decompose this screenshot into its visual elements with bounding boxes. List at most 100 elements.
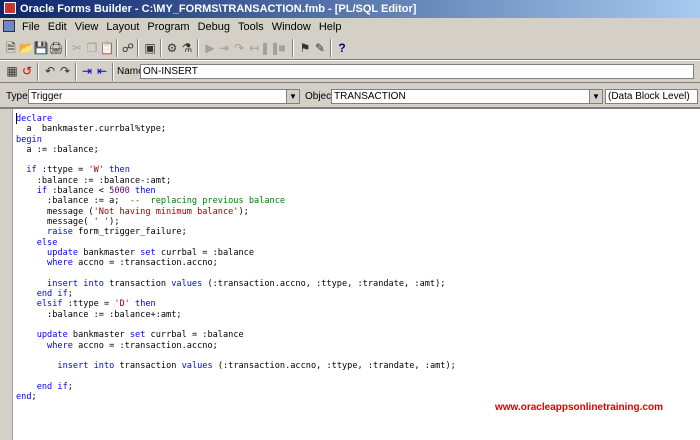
code-line[interactable]: a bankmaster.currbal%type; (16, 124, 456, 134)
redo-icon[interactable]: ↷ (57, 63, 73, 79)
code-line[interactable]: end; (16, 392, 456, 402)
object-navigator-icon[interactable]: ⚑ (297, 40, 313, 56)
code-line[interactable]: where accno = :transaction.accno; (16, 258, 456, 268)
code-line[interactable]: message( ' '); (16, 217, 456, 227)
code-text: ; (31, 392, 37, 403)
menu-bar: File Edit View Layout Program Debug Tools Windo… (0, 18, 700, 36)
code-keyword: where (47, 340, 73, 351)
undo-icon[interactable]: ↶ (42, 63, 58, 79)
code-line[interactable]: begin (16, 135, 456, 145)
code-line[interactable]: end if; (16, 289, 456, 299)
code-line[interactable] (16, 320, 456, 330)
menu-window[interactable]: Window (268, 18, 315, 36)
type-label: Type: (6, 91, 31, 102)
revert-icon[interactable]: ↺ (19, 63, 35, 79)
compile-code-icon[interactable]: ▦ (4, 63, 20, 79)
code-line[interactable]: if :ttype = 'W' then (16, 165, 456, 175)
code-line[interactable] (16, 268, 456, 278)
menu-file[interactable]: File (18, 18, 44, 36)
code-keyword: where (47, 258, 73, 269)
code-line[interactable]: message ('Not having minimum balance'); (16, 207, 456, 217)
object-select[interactable]: TRANSACTION ▼ (331, 89, 603, 104)
code-text: message( (16, 216, 94, 227)
chevron-down-icon[interactable]: ▼ (589, 90, 602, 103)
code-line[interactable]: end if; (16, 382, 456, 392)
code-line[interactable] (16, 155, 456, 165)
block-level-value: (Data Block Level) (608, 91, 690, 102)
cut-icon[interactable]: ✂ (69, 40, 85, 56)
block-level-select[interactable]: (Data Block Level) (605, 89, 698, 104)
code-line[interactable]: else (16, 238, 456, 248)
code-line[interactable]: :balance := :balance+:amt; (16, 310, 456, 320)
outdent-icon[interactable]: ⇤ (94, 63, 110, 79)
toolbar-separator (160, 39, 162, 57)
step-over-icon[interactable]: ↷ (231, 40, 247, 56)
system-menu-icon[interactable] (3, 20, 15, 32)
code-keyword: update (47, 247, 79, 258)
menu-debug[interactable]: Debug (194, 18, 234, 36)
code-line[interactable]: elsif :ttype = 'D' then (16, 299, 456, 309)
code-line[interactable]: :balance := :balance-:amt; (16, 176, 456, 186)
menu-help[interactable]: Help (315, 18, 346, 36)
type-select[interactable]: Trigger ▼ (28, 89, 300, 104)
compile-icon[interactable]: ⚙ (164, 40, 180, 56)
code-line[interactable]: insert into transaction values (:transac… (16, 279, 456, 289)
toolbar-separator (37, 63, 39, 81)
chevron-down-icon[interactable]: ▼ (286, 90, 299, 103)
indent-icon[interactable]: ⇥ (79, 63, 95, 79)
editor-toolbar: ▦ ↺ ↶ ↷ ⇥ ⇤ Name: ON-INSERT (0, 61, 700, 83)
save-icon[interactable]: 💾 (33, 40, 49, 56)
watermark: www.oracleappsonlinetraining.com (495, 402, 663, 413)
open-icon[interactable]: 📂 (18, 40, 34, 56)
toolbar-separator (65, 39, 67, 57)
code-text: :balance < (47, 186, 110, 197)
program-unit-name-field[interactable]: ON-INSERT (140, 64, 694, 79)
code-keyword: values (171, 278, 203, 289)
new-icon[interactable]: 🗎 (3, 40, 19, 56)
code-line[interactable]: raise form_trigger_failure; (16, 227, 456, 237)
help-icon[interactable]: ? (334, 40, 350, 56)
menu-edit[interactable]: Edit (44, 18, 71, 36)
menu-tools[interactable]: Tools (234, 18, 268, 36)
code-keyword: end if (36, 289, 68, 300)
toolbar-separator (116, 39, 118, 57)
title-bar: Oracle Forms Builder - C:\MY_FORMS\TRANS… (0, 0, 700, 18)
compile-all-icon[interactable]: ⚗ (179, 40, 195, 56)
code-line[interactable]: where accno = :transaction.accno; (16, 341, 456, 351)
menu-layout[interactable]: Layout (102, 18, 143, 36)
code-line[interactable]: update bankmaster set currbal = :balance (16, 330, 456, 340)
code-line[interactable]: update bankmaster set currbal = :balance (16, 248, 456, 258)
run-form-icon[interactable]: ▣ (142, 40, 158, 56)
code-line[interactable]: :balance := a; -- replacing previous bal… (16, 196, 456, 206)
code-keyword: set (129, 330, 146, 341)
property-palette-icon[interactable]: ✎ (312, 40, 328, 56)
code-keyword: set (140, 247, 156, 258)
plsql-editor[interactable]: declare a bankmaster.currbal%type; begin … (0, 107, 700, 440)
code-line[interactable]: if :balance < 5000 then (16, 186, 456, 196)
code-line[interactable]: a := :balance; (16, 145, 456, 155)
code-area[interactable]: declare a bankmaster.currbal%type; begin … (16, 114, 456, 402)
code-text: (:transaction.accno, :ttype, :trandate, … (202, 278, 446, 289)
type-object-bar: Type: Trigger ▼ Object: TRANSACTION ▼ (D… (0, 87, 700, 107)
code-line[interactable]: declare (16, 114, 456, 124)
copy-icon[interactable]: ❐ (84, 40, 100, 56)
stop-icon[interactable]: ■ (274, 40, 290, 56)
code-text: ); (238, 206, 249, 217)
code-text: ); (109, 216, 120, 227)
connect-icon[interactable]: ☍ (120, 40, 136, 56)
code-string: 'D' (114, 299, 130, 310)
code-line[interactable] (16, 371, 456, 381)
code-text: bankmaster (67, 330, 130, 341)
type-select-value: Trigger (31, 91, 63, 102)
menu-program[interactable]: Program (143, 18, 193, 36)
step-into-icon[interactable]: ⇥ (216, 40, 232, 56)
paste-icon[interactable]: 📋 (99, 40, 115, 56)
print-icon[interactable]: 🖨 (48, 40, 64, 56)
code-line[interactable]: insert into transaction values (:transac… (16, 361, 455, 371)
code-text: accno = :transaction.accno; (72, 258, 218, 269)
code-line[interactable] (16, 351, 456, 361)
menu-view[interactable]: View (71, 18, 103, 36)
code-string: ' ' (93, 216, 110, 227)
